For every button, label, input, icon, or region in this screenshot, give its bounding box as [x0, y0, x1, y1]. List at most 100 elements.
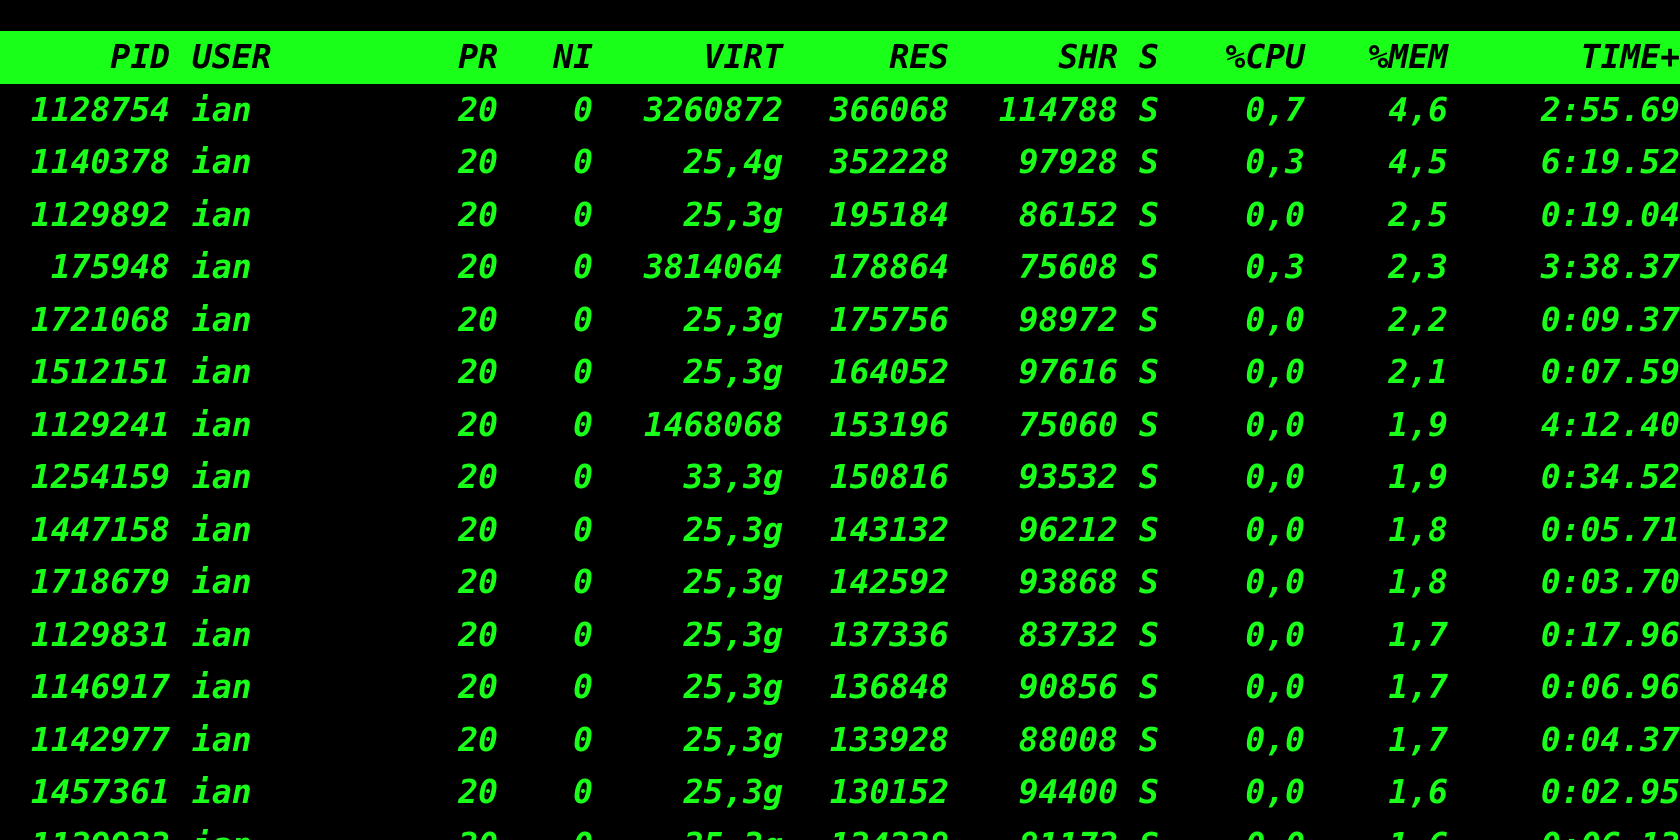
- process-shr: 114788: [998, 89, 1118, 129]
- process-priority: 20: [458, 562, 498, 601]
- header-ni[interactable]: NI: [498, 31, 593, 84]
- process-row[interactable]: 1254159 ian 20 0 33,3g 150816 93532 S 0,0 1,9 0:34…: [0, 451, 1680, 504]
- header-time[interactable]: TIME+: [1448, 31, 1680, 84]
- process-row[interactable]: 1457361 ian 20 0 25,3g 130152 94400 S 0,0 1,6 0:02…: [0, 766, 1680, 819]
- process-row[interactable]: 1146917 ian 20 0 25,3g 136848 90856 S 0,0 1,7 0:06…: [0, 661, 1680, 714]
- header-shr[interactable]: SHR: [949, 31, 1118, 84]
- process-row[interactable]: 1129892 ian 20 0 25,3g 195184 86152 S 0,0 2,5 0:19…: [0, 189, 1680, 242]
- process-nice: 0: [498, 819, 593, 840]
- process-cpu: 0,0: [1245, 352, 1305, 391]
- process-cpu: 0,0: [1245, 667, 1305, 706]
- process-nice: 0: [573, 194, 593, 234]
- process-pid: 1129831: [30, 614, 170, 654]
- process-priority: 20: [458, 772, 498, 811]
- process-state: S: [1139, 299, 1159, 339]
- process-virt: 25,3g: [683, 562, 783, 601]
- process-nice: 0: [573, 614, 593, 654]
- process-nice: 0: [573, 562, 593, 601]
- process-priority: 20: [458, 89, 498, 129]
- process-res: 133928: [829, 719, 949, 759]
- process-shr: 94400: [1018, 772, 1118, 811]
- process-row[interactable]: 1142977 ian 20 0 25,3g 133928 88008 S 0,0 1,7 0:04…: [0, 714, 1680, 767]
- process-state: S: [1139, 457, 1159, 496]
- process-mem: 1,9: [1388, 404, 1448, 444]
- process-table: PID USER PR NI VIRT RES SHR S %CPU %MEM …: [0, 31, 1680, 840]
- process-user: ian: [192, 89, 252, 129]
- process-shr: 81172: [949, 819, 1118, 840]
- process-state: S: [1139, 614, 1159, 654]
- process-nice: 0: [573, 142, 593, 181]
- process-user: ian: [192, 404, 252, 444]
- process-cpu: 0,0: [1245, 457, 1305, 496]
- process-pid: 1146917: [30, 667, 170, 706]
- process-pid: 1447158: [30, 509, 170, 549]
- process-res: 130152: [829, 772, 949, 811]
- process-user: ian: [192, 194, 252, 234]
- header-res[interactable]: RES: [783, 31, 949, 84]
- process-cpu: 0,0: [1245, 299, 1305, 339]
- process-priority: 20: [458, 247, 498, 286]
- header-s[interactable]: S: [1118, 31, 1183, 84]
- process-time: 2:55.69: [1540, 89, 1680, 129]
- process-row[interactable]: 1512151 ian 20 0 25,3g 164052 97616 S 0,0 2,1 0:07…: [0, 346, 1680, 399]
- process-virt: 25,3g: [683, 352, 783, 391]
- process-virt: 25,3g: [683, 772, 783, 811]
- process-nice: 0: [573, 772, 593, 811]
- process-priority: 20: [458, 667, 498, 706]
- process-mem: 2,2: [1388, 299, 1448, 339]
- process-user: ian: [192, 614, 252, 654]
- process-time: 0:34.52: [1540, 457, 1680, 496]
- header-mem[interactable]: %MEM: [1305, 31, 1448, 84]
- process-row[interactable]: 1721068 ian 20 0 25,3g 175756 98972 S 0,0 2,2 0:09…: [0, 294, 1680, 347]
- process-virt: 25,3g: [593, 819, 783, 840]
- process-cpu: 0,3: [1245, 142, 1305, 181]
- process-priority: 20: [458, 352, 498, 391]
- process-cpu: 0,0: [1245, 614, 1305, 654]
- process-res: 153196: [829, 404, 949, 444]
- header-virt[interactable]: VIRT: [593, 31, 783, 84]
- process-row[interactable]: 1140378 ian 20 0 25,4g 352228 97928 S 0,3 4,5 6:19…: [0, 136, 1680, 189]
- process-priority: 20: [458, 404, 498, 444]
- process-mem: 2,5: [1388, 194, 1448, 234]
- process-time: 0:04.37: [1540, 719, 1680, 759]
- process-nice: 0: [573, 247, 593, 286]
- process-row[interactable]: 1128754 ian 20 0 3260872 366068 114788 S 0,7 4,6 2…: [0, 84, 1680, 137]
- process-virt: 3260872: [643, 89, 783, 129]
- process-row[interactable]: 1129241 ian 20 0 1468068 153196 75060 S 0,0 1,9 4:…: [0, 399, 1680, 452]
- process-priority: 20: [458, 719, 498, 759]
- process-nice: 0: [573, 719, 593, 759]
- process-cpu: 0,0: [1183, 819, 1305, 840]
- process-time: 0:06.13: [1448, 819, 1680, 840]
- process-res: 352228: [829, 142, 949, 181]
- process-cpu: 0,0: [1245, 562, 1305, 601]
- process-row[interactable]: 1129923ian20025,3g12422881172S0,01,60:06…: [0, 819, 1680, 840]
- process-row[interactable]: 1129831 ian 20 0 25,3g 137336 83732 S 0,0 1,7 0:17…: [0, 609, 1680, 662]
- process-user: ian: [192, 247, 252, 286]
- process-mem: 1,7: [1388, 719, 1448, 759]
- process-user: ian: [192, 352, 252, 391]
- process-user: ian: [192, 299, 252, 339]
- process-state: S: [1139, 142, 1159, 181]
- process-time: 6:19.52: [1540, 142, 1680, 181]
- process-time: 0:05.71: [1540, 509, 1680, 549]
- process-row[interactable]: 1718679 ian 20 0 25,3g 142592 93868 S 0,0 1,8 0:03…: [0, 556, 1680, 609]
- process-pid: 1129892: [30, 194, 170, 234]
- process-pid: 1512151: [30, 352, 170, 391]
- process-res: 150816: [829, 457, 949, 496]
- process-priority: 20: [458, 614, 498, 654]
- process-pid: 1718679: [30, 562, 170, 601]
- header-pid[interactable]: PID: [0, 31, 170, 84]
- process-cpu: 0,0: [1245, 772, 1305, 811]
- process-nice: 0: [573, 352, 593, 391]
- process-res: 195184: [829, 194, 949, 234]
- process-row[interactable]: 1447158 ian 20 0 25,3g 143132 96212 S 0,0 1,8 0:05…: [0, 504, 1680, 557]
- process-state: S: [1118, 819, 1183, 840]
- process-virt: 25,4g: [683, 142, 783, 181]
- header-pr[interactable]: PR: [416, 31, 498, 84]
- process-row[interactable]: 175948 ian 20 0 3814064 178864 75608 S 0,3 2,3 3:3…: [0, 241, 1680, 294]
- process-user: ian: [192, 719, 252, 759]
- process-priority: 20: [416, 819, 498, 840]
- process-pid: 175948: [50, 247, 170, 286]
- header-user[interactable]: USER: [170, 31, 416, 84]
- header-cpu[interactable]: %CPU: [1183, 31, 1305, 84]
